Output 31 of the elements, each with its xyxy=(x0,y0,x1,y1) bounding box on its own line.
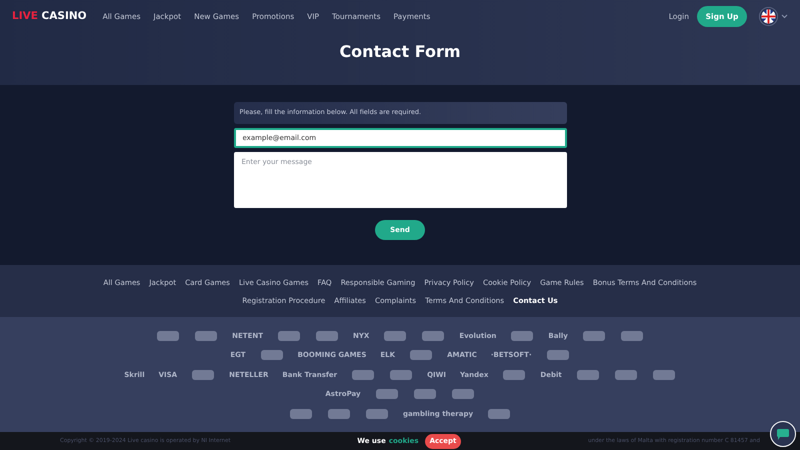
partner-logo-icon xyxy=(326,406,351,420)
partner-logo-icon xyxy=(277,328,301,342)
partner-logo-icon xyxy=(288,406,313,420)
page-title: Contact Form xyxy=(338,42,462,61)
partner-logo-icon xyxy=(652,368,676,382)
partner-logo-icon xyxy=(620,328,644,342)
partner-logo-icon xyxy=(156,328,180,342)
partner-logo-icon xyxy=(546,348,570,362)
chat-icon[interactable] xyxy=(770,421,796,447)
partner-logo-icon xyxy=(364,406,389,420)
partner-logo-icon xyxy=(412,387,437,401)
partner-logo-icon xyxy=(351,368,376,382)
partner-logo-icon xyxy=(374,387,399,401)
partner-logo-icon xyxy=(510,328,534,342)
flag-icon[interactable] xyxy=(759,6,778,26)
partner-logo-icon xyxy=(487,406,512,420)
partner-logo-icon xyxy=(421,328,446,342)
partner-logo-icon xyxy=(502,368,526,382)
partner-logo-icon xyxy=(450,387,475,401)
partner-logo-icon xyxy=(409,348,434,362)
partner-logo-icon xyxy=(194,328,218,342)
site-logo[interactable]: LIVE CASINO xyxy=(12,10,87,22)
partner-logo-icon xyxy=(191,368,216,382)
partner-logo-icon xyxy=(576,368,600,382)
partner-logo-icon xyxy=(614,368,638,382)
partner-logo-icon xyxy=(582,328,606,342)
partner-logo-icon xyxy=(260,348,284,362)
caret-icon[interactable] xyxy=(781,14,788,18)
partner-logo-icon xyxy=(383,328,408,342)
partner-logo-icon xyxy=(315,328,339,342)
partner-logo-icon xyxy=(389,368,414,382)
